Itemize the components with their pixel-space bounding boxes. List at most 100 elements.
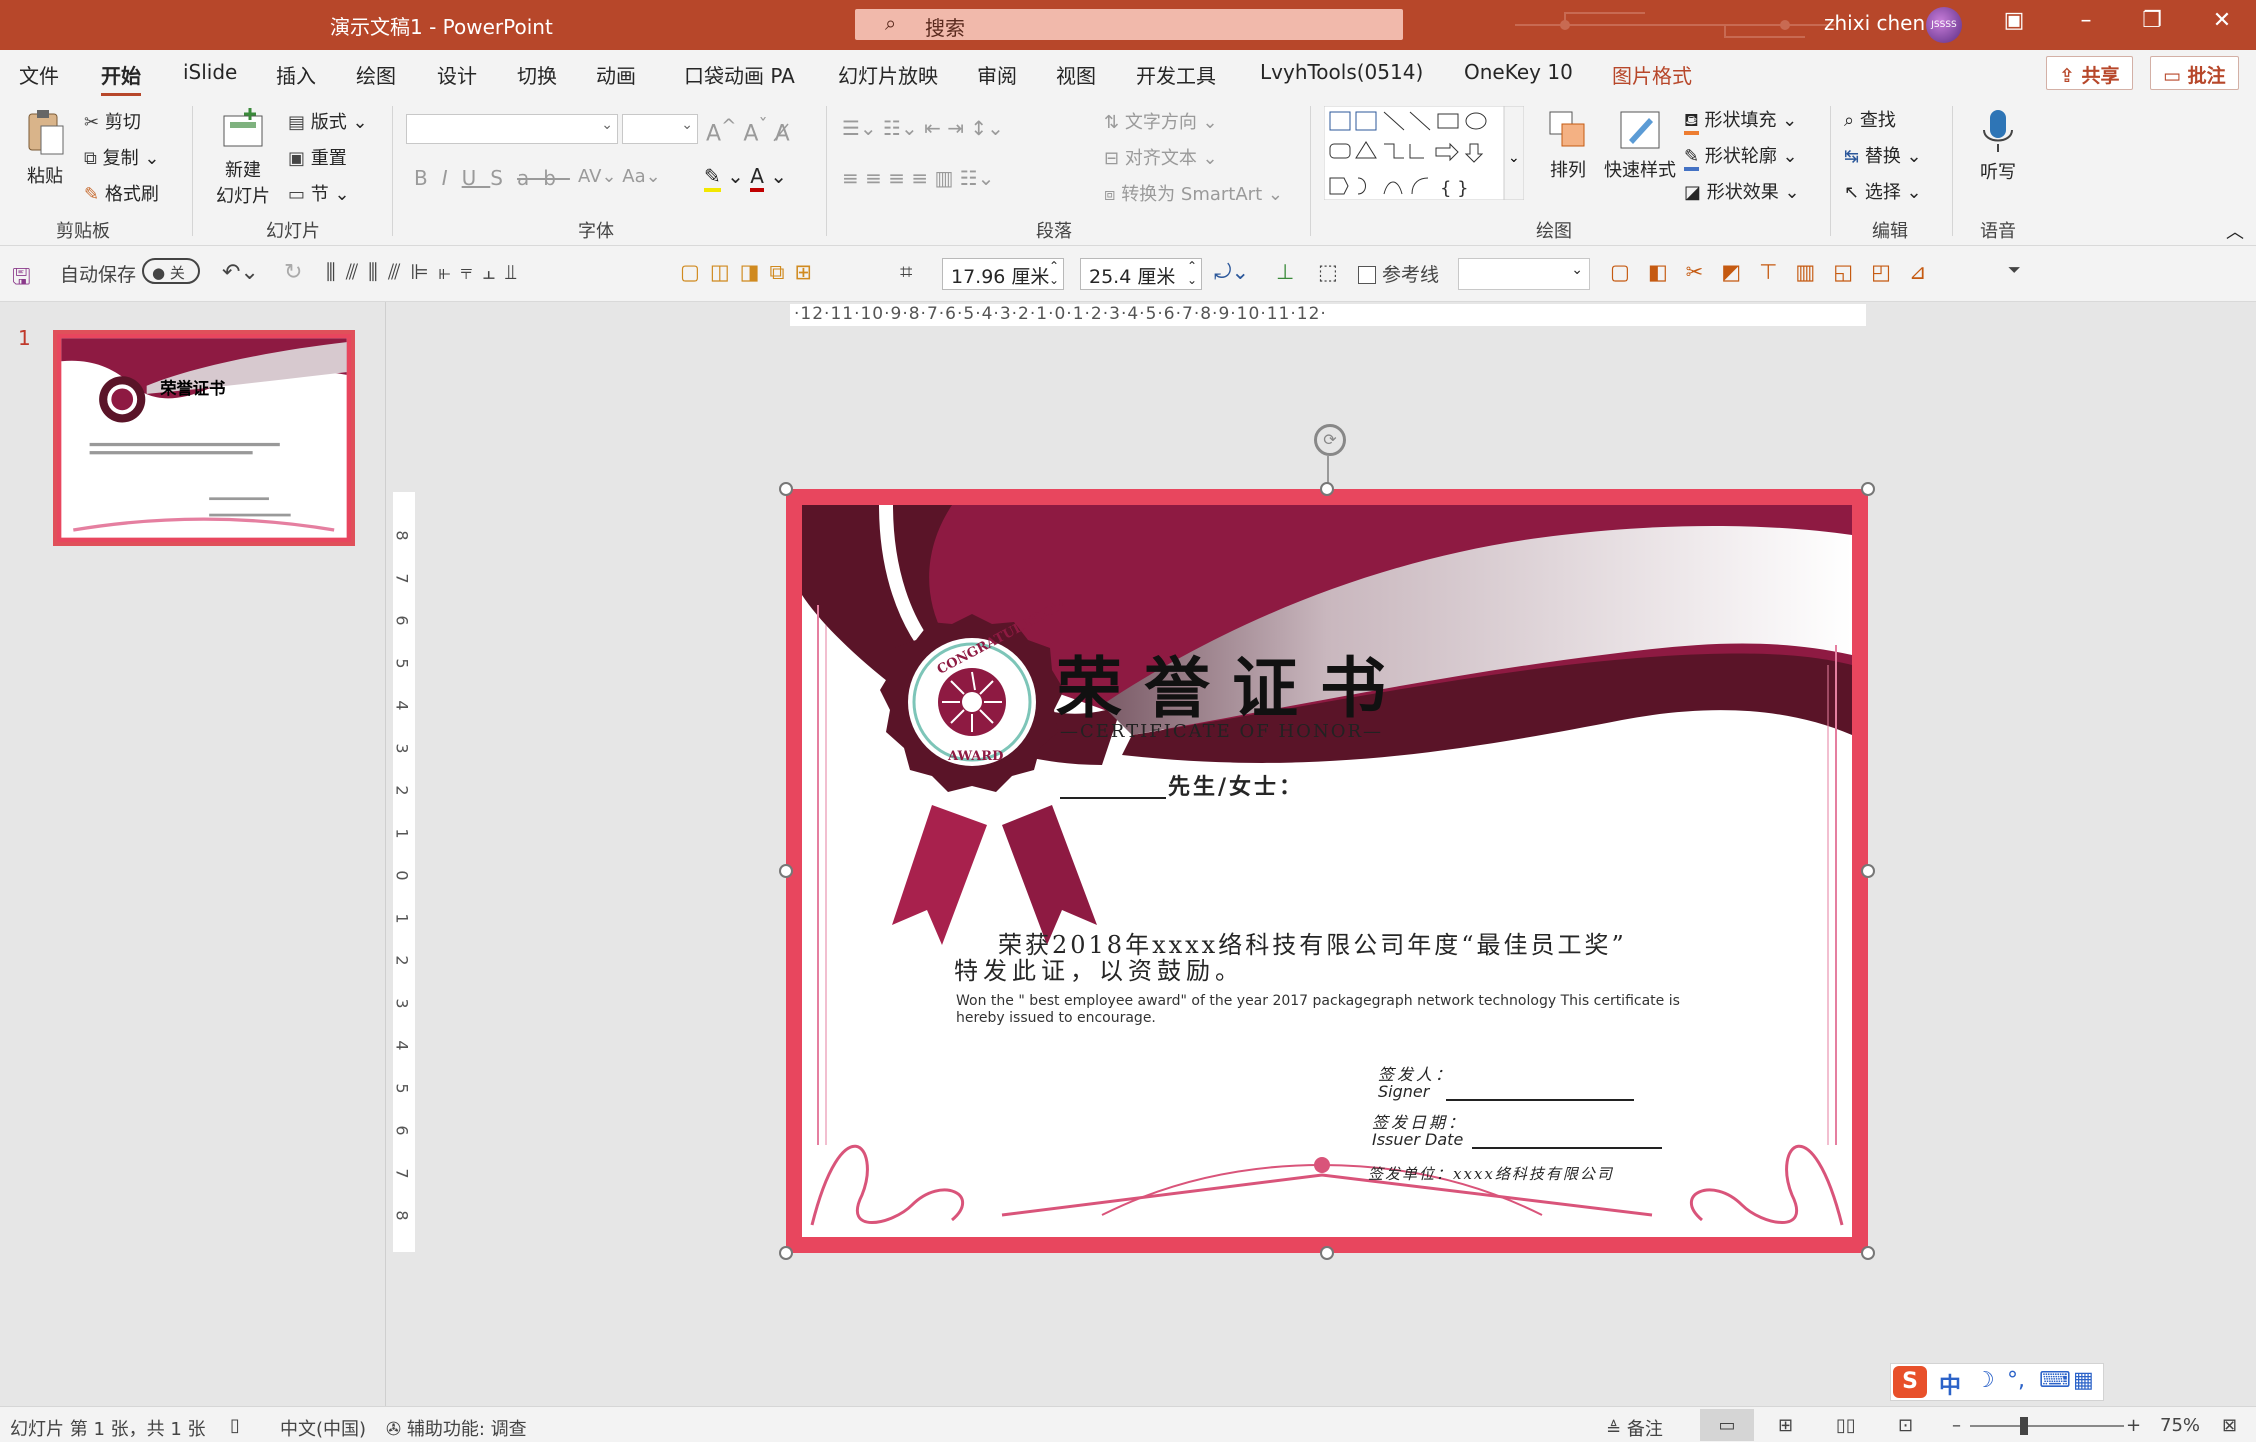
qat-combo[interactable]: ⌄ [1458,258,1590,290]
resize-handle-top-right[interactable] [1861,482,1875,496]
ribbon-display-icon[interactable]: ▣ [1994,8,2034,33]
quick-styles-button[interactable]: 快速样式 [1602,108,1678,182]
collapse-ribbon-icon[interactable]: ︿ [2226,218,2244,244]
shape-outline-button[interactable]: ✎ 形状轮廓 ⌄ [1684,142,1798,171]
crop-icon[interactable]: ⌗ [900,260,912,285]
format-painter-button[interactable]: ✎ 格式刷 [84,180,159,206]
arrange-button[interactable]: 排列 [1540,108,1596,182]
align-tools-icons[interactable]: ⫼⫻⫼⫻⊫⫦⫧⫠⫫ [326,260,527,285]
tab-pocket-animation[interactable]: 口袋动画 PA [684,60,795,89]
reset-button[interactable]: ▣ 重置 [288,144,347,170]
tab-islide[interactable]: iSlide [183,60,237,84]
resize-handle-left[interactable] [779,864,793,878]
ruler-icon[interactable]: ⊥ [1276,260,1294,284]
moon-icon[interactable]: ☽ [1975,1368,1995,1393]
zoom-slider-thumb[interactable] [2020,1417,2028,1435]
tab-file[interactable]: 文件 [19,60,59,89]
normal-view-icon[interactable]: ▭ [1700,1409,1754,1441]
tab-review[interactable]: 审阅 [977,60,1017,89]
highlight-icon[interactable]: ✎ ⌄ A ⌄ [704,164,787,192]
zoom-out-icon[interactable]: – [1952,1415,1961,1436]
zoom-slider[interactable] [1970,1417,2124,1435]
keyboard-icon[interactable]: ⌨ [2039,1368,2071,1393]
align-text-button[interactable]: ⊟ 对齐文本 ⌄ [1104,144,1218,170]
ime-language[interactable]: 中 [1939,1368,1961,1400]
tab-view[interactable]: 视图 [1056,60,1096,89]
paste-button[interactable]: 粘贴 [18,108,72,188]
ime-toolbar[interactable]: S 中 ☽ °, ⌨ ▦ [1890,1363,2104,1401]
avatar[interactable]: JSSSS [1926,7,1962,43]
tab-transitions[interactable]: 切换 [517,60,557,89]
replace-button[interactable]: ↹ 替换 ⌄ [1844,142,1922,168]
accessibility-status[interactable]: ✇ 辅助功能: 调查 [386,1415,527,1441]
rotate-handle[interactable]: ⟳ [1314,424,1346,456]
tab-insert[interactable]: 插入 [276,60,316,89]
selection-icon[interactable]: ⬚ [1318,260,1338,284]
new-slide-button[interactable]: 新建 幻灯片 [208,108,278,208]
font-size-combo[interactable]: ⌄ [622,114,698,144]
customize-qat-icon[interactable]: ⏷ [2008,260,2021,280]
shape-effects-button[interactable]: ◪ 形状效果 ⌄ [1684,178,1800,204]
tab-design[interactable]: 设计 [437,60,477,89]
find-button[interactable]: ⌕ 查找 [1844,106,1896,132]
copy-button[interactable]: ⧉ 复制 ⌄ [84,144,159,170]
section-button[interactable]: ▭ 节 ⌄ [288,180,350,206]
slideshow-icon[interactable]: ⊡ [1898,1415,1913,1436]
select-button[interactable]: ↖ 选择 ⌄ [1844,178,1922,204]
shape-fill-button[interactable]: ⛾ 形状填充 ⌄ [1684,106,1797,135]
char-spacing-icon[interactable]: AV⌄ Aa⌄ [578,166,661,187]
punct-icon[interactable]: °, [2007,1368,2025,1393]
resize-handle-bottom[interactable] [1320,1246,1334,1260]
comment-button[interactable]: ▭ 批注 [2150,56,2239,90]
autosave-toggle[interactable]: ● 关 [142,258,200,284]
zoom-in-icon[interactable]: + [2126,1415,2141,1436]
zoom-level[interactable]: 75% [2160,1415,2200,1436]
smartart-button[interactable]: ⧈ 转换为 SmartArt ⌄ [1104,180,1283,206]
certificate-picture[interactable]: CONGRATULATION AWARD 荣誉证书 —CERTIFICATE O… [786,489,1868,1253]
notes-button[interactable]: ≜ 备注 [1606,1415,1663,1441]
tab-picture-format[interactable]: 图片格式 [1612,60,1692,89]
tab-developer[interactable]: 开发工具 [1136,60,1216,89]
slide-sorter-icon[interactable]: ⊞ [1778,1415,1793,1436]
dictate-button[interactable]: 听写 [1970,108,2026,184]
reading-view-icon[interactable]: ▯▯ [1836,1415,1856,1436]
tab-onekey[interactable]: OneKey 10 [1464,60,1573,84]
share-button[interactable]: ⇪ 共享 [2046,56,2133,90]
bullets-icon[interactable]: ☰⌄ ☷⌄ ⇤ ⇥ ↕⌄ [842,116,1004,140]
extra-tools-icons[interactable]: ▢◧✂◩⊤▥◱◰⊿ [1610,260,1945,284]
resize-handle-top[interactable] [1320,482,1334,496]
language-status[interactable]: 中文(中国) [280,1415,366,1441]
width-field[interactable]: 25.4 厘米 ⌃ ⌄ [1080,258,1202,290]
resize-handle-top-left[interactable] [779,482,793,496]
font-name-combo[interactable]: ⌄ [406,114,618,144]
shape-tools-icons[interactable]: ▢◫◨⧉⊞ [680,260,822,285]
restore-icon[interactable]: ❐ [2132,8,2172,33]
close-icon[interactable]: ✕ [2202,8,2242,33]
resize-handle-right[interactable] [1861,864,1875,878]
font-style-row[interactable]: BIUSab [414,166,570,190]
font-grow-shrink[interactable]: A^ Aˇ A̸ [706,116,790,146]
minimize-icon[interactable]: – [2066,8,2106,33]
align-icons[interactable]: ≡ ≡ ≡ ≡ ▥ ☷⌄ [842,166,994,190]
height-field[interactable]: 17.96 厘米 ⌃ ⌄ [942,258,1064,290]
layout-button[interactable]: ▤ 版式 ⌄ [288,108,368,134]
slide-thumbnail[interactable]: 荣誉证书 [53,330,355,546]
redo-icon[interactable]: ↻ [284,260,302,285]
tab-slideshow[interactable]: 幻灯片放映 [838,60,938,89]
rotate-icon[interactable]: ⤾⌄ [1214,260,1249,285]
undo-icon[interactable]: ↶⌄ [222,260,259,285]
text-direction-button[interactable]: ⇅ 文字方向 ⌄ [1104,108,1218,134]
shapes-gallery[interactable]: { } ⌄ [1324,106,1524,200]
tab-draw[interactable]: 绘图 [356,60,396,89]
tab-home[interactable]: 开始 [101,60,141,96]
grid-icon[interactable]: ▦ [2073,1368,2094,1393]
user-name[interactable]: zhixi chen [1824,11,1925,35]
fit-slide-icon[interactable]: ⊠ [2222,1415,2237,1436]
guides-checkbox[interactable]: 参考线 [1358,260,1439,287]
tab-lvyhtools[interactable]: LvyhTools(0514) [1260,60,1423,84]
save-icon[interactable]: 🖫 [12,260,31,298]
spellcheck-icon[interactable]: ▯ [230,1415,240,1436]
search-box[interactable]: ⌕ 搜索 [855,9,1403,40]
resize-handle-bottom-right[interactable] [1861,1246,1875,1260]
cut-button[interactable]: ✂ 剪切 [84,108,141,134]
